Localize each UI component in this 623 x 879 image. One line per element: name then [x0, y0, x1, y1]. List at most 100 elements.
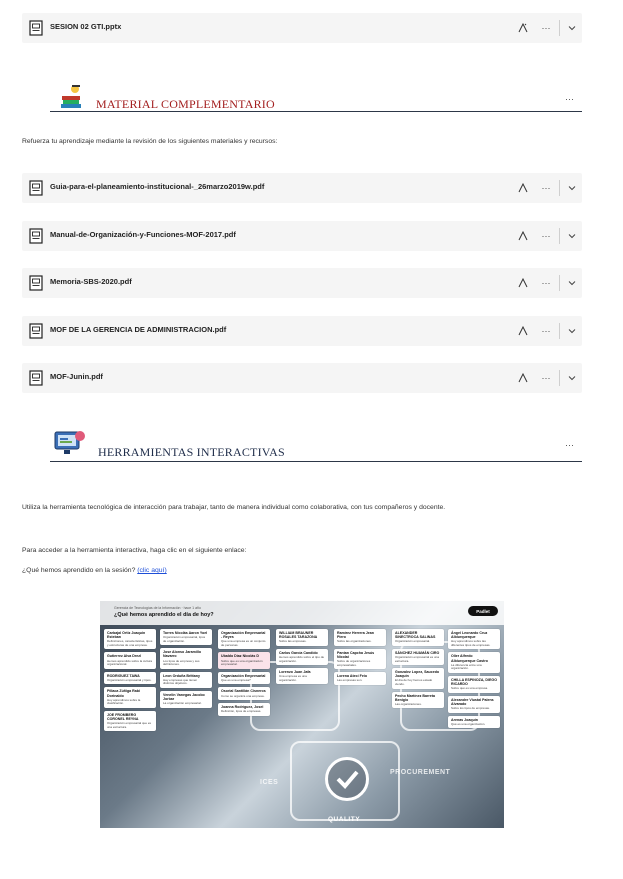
- board-card[interactable]: Gonzalez Lopez, Saucedo Joaquin El día de…: [392, 668, 444, 689]
- board-column: Organización Empresarial - Reyes Que una …: [218, 629, 270, 719]
- card-text: Organización empresarial es una estructu…: [395, 654, 440, 663]
- board-card[interactable]: Pantan Capcha Jesús Nicolai Sobre de orga…: [334, 648, 386, 670]
- board-card[interactable]: Lorenzo Juan Jafa Una empresa es una orga…: [276, 668, 328, 685]
- board-card[interactable]: Gutierrez Alva Drezl Hemos aprendido sobr…: [104, 652, 156, 669]
- card-author: Pillaca Zúñiga Rabi Dorinaldo: [107, 689, 140, 698]
- card-text: Las organizaciones.: [395, 701, 422, 706]
- more-options-icon[interactable]: ···: [538, 20, 554, 36]
- board-card[interactable]: Osorial Santillán Cisneros Como se organi…: [218, 687, 270, 701]
- card-author: Gonzalez Lopez, Saucedo Joaquin: [395, 670, 440, 679]
- card-text: Como se organiza una empresa.: [221, 693, 265, 698]
- file-row[interactable]: MOF DE LA GERENCIA DE ADMINISTRACION.pdf…: [22, 316, 582, 346]
- file-name[interactable]: SESION 02 GTI.pptx: [50, 22, 121, 31]
- board-card[interactable]: Pillaca Zúñiga Rabi Dorinaldo Hoy aprendi…: [104, 687, 156, 708]
- quality-check-icon: [325, 757, 369, 801]
- more-options-icon[interactable]: ···: [565, 94, 574, 104]
- board-card[interactable]: Carlos García Candido Hemos aprendido sob…: [276, 648, 328, 666]
- more-options-icon[interactable]: ···: [538, 228, 554, 244]
- access-text: Para acceder a la herramienta interactiv…: [22, 547, 247, 554]
- board-card[interactable]: Carbajal Ortiz Joaquin Esteban Definicion…: [104, 629, 156, 650]
- file-name[interactable]: MOF-Junin.pdf: [50, 372, 103, 381]
- chevron-down-icon[interactable]: [564, 20, 580, 36]
- board-card[interactable]: Olier Alfredo Albiurquerque Castro La dif…: [448, 652, 500, 673]
- more-options-icon[interactable]: ···: [538, 275, 554, 291]
- board-card[interactable]: Venelin Vanegas Jacobo Jorbar La organiza…: [160, 691, 212, 708]
- board-card[interactable]: JOE FROMBERG CORONEL REYNA Organización e…: [104, 710, 156, 732]
- ai-sparkle-icon[interactable]: [515, 275, 531, 291]
- board-card[interactable]: Lorena Atecí Feio Las empresas son.: [334, 672, 386, 685]
- board-title: ¿Qué hemos aprendido el día de hoy?: [114, 612, 214, 618]
- chevron-down-icon[interactable]: [564, 275, 580, 291]
- chevron-down-icon[interactable]: [564, 228, 580, 244]
- board-card[interactable]: Ángel Leonardo Cruz Albiurquerque Hoy apr…: [448, 629, 500, 650]
- ai-sparkle-icon[interactable]: [515, 323, 531, 339]
- board-card[interactable]: Organización Empresarial - Reyes Que una …: [218, 629, 270, 650]
- chevron-down-icon[interactable]: [564, 323, 580, 339]
- more-options-icon[interactable]: ···: [565, 440, 574, 450]
- card-author: Gutierrez Alva Drezl: [107, 654, 142, 659]
- more-options-icon[interactable]: ···: [538, 180, 554, 196]
- file-row[interactable]: Manual-de-Organización-y-Funciones-MOF-2…: [22, 221, 582, 251]
- file-row-sesion[interactable]: SESION 02 GTI.pptx ···: [22, 13, 582, 43]
- card-author: Ubaldo Díaz Nicolás D: [221, 654, 259, 659]
- more-options-icon[interactable]: ···: [538, 323, 554, 339]
- card-author: Ángel Leonardo Cruz Albiurquerque: [451, 631, 488, 640]
- divider: [559, 20, 560, 36]
- divider: [559, 228, 560, 244]
- card-author: Organización Empresarial - Reyes: [221, 631, 266, 640]
- card-text: Sobre las empresas.: [279, 639, 307, 644]
- board-card[interactable]: ALEXANDER SINECTROCA SALINAS Organización…: [392, 629, 444, 646]
- file-row[interactable]: MOF-Junin.pdf ···: [22, 363, 582, 393]
- file-name[interactable]: MOF DE LA GERENCIA DE ADMINISTRACION.pdf: [50, 325, 226, 334]
- file-name[interactable]: Memoria-SBS-2020.pdf: [50, 277, 132, 286]
- board-card[interactable]: Joanna Rodríguez, Josel Definición, tipos…: [218, 703, 270, 716]
- card-author: Olier Alfredo Albiurquerque Castro: [451, 654, 488, 663]
- file-name[interactable]: Guia-para-el-planeamiento-institucional-…: [50, 182, 264, 191]
- card-text: Hoy aprendimos sobre las diferentes tipo…: [451, 639, 491, 647]
- chevron-down-icon[interactable]: [564, 370, 580, 386]
- file-row[interactable]: Guia-para-el-planeamiento-institucional-…: [22, 173, 582, 203]
- board-card[interactable]: Leon Orduña Brittany Hay empresas que tie…: [160, 671, 212, 689]
- click-here-link[interactable]: (clic aquí): [137, 567, 166, 574]
- card-author: Pecho Martínez Barreta Benigio: [395, 693, 435, 702]
- card-text: Que una empresa es un conjunto de person…: [221, 639, 266, 647]
- section-rule: [58, 111, 582, 112]
- ai-sparkle-icon[interactable]: [515, 370, 531, 386]
- board-card[interactable]: RODRIGUEZ TAWA Organización empresarial y…: [104, 671, 156, 685]
- board-card[interactable]: Jose Alonso Jaramillo Navarro Los tipos d…: [160, 648, 212, 669]
- card-author: Carbajal Ortiz Joaquin Esteban: [107, 631, 146, 640]
- card-text: La diferencia entre una organización.: [451, 662, 482, 671]
- divider: [559, 370, 560, 386]
- board-card[interactable]: Ubaldo Díaz Nicolás D Sobre que es una or…: [218, 652, 270, 669]
- card-author: Ramírez Herrera Jean Piero: [337, 631, 374, 640]
- ai-sparkle-icon[interactable]: [515, 20, 531, 36]
- board-card[interactable]: Ramírez Herrera Jean Piero Sobre las orga…: [334, 629, 386, 646]
- bg-word: PROCUREMENT: [390, 769, 451, 776]
- board-card[interactable]: Arenas Joaquín Qué es una organización.: [448, 715, 500, 729]
- board-column: WILLIAM BRAUNER ROSALES TARAZONA Sobre la…: [276, 629, 328, 687]
- board-card[interactable]: Organización Empresarial Que es una empre…: [218, 671, 270, 685]
- more-options-icon[interactable]: ···: [538, 370, 554, 386]
- board-card[interactable]: CHILLA ESPINOZA, DIEGO RICARDO Sobre qué …: [448, 675, 500, 693]
- file-row[interactable]: Memoria-SBS-2020.pdf ···: [22, 268, 582, 298]
- tools-section-header: HERRAMIENTAS INTERACTIVAS ···: [22, 431, 582, 462]
- card-text: Definición, tipos de empresas.: [221, 709, 262, 714]
- board-subtitle: Gerencia de Tecnologías de la Informació…: [114, 606, 201, 610]
- board-card[interactable]: Torres Nicolás Aaron Yoel Organización em…: [160, 629, 212, 646]
- document-icon: [28, 180, 44, 196]
- ai-sparkle-icon[interactable]: [515, 228, 531, 244]
- board-card[interactable]: Alexandre Viustal Palens Alvarado Sobre l…: [448, 695, 500, 713]
- file-name[interactable]: Manual-de-Organización-y-Funciones-MOF-2…: [50, 230, 236, 239]
- card-text: Sobre las organizaciones.: [337, 639, 372, 644]
- material-intro: Refuerza tu aprendizaje mediante la revi…: [22, 138, 278, 145]
- chevron-down-icon[interactable]: [564, 180, 580, 196]
- board-card[interactable]: Pecho Martínez Barreta Benigio Las organi…: [392, 691, 444, 709]
- section-title: MATERIAL COMPLEMENTARIO: [96, 97, 275, 111]
- ai-sparkle-icon[interactable]: [515, 180, 531, 196]
- padlet-board-preview[interactable]: PROCUREMENT ICES QUALITY Gerencia de Tec…: [100, 601, 504, 828]
- document-icon: [28, 323, 44, 339]
- card-text: Hay empresas que tienen distintos objeti…: [163, 677, 198, 686]
- board-card[interactable]: WILLIAM BRAUNER ROSALES TARAZONA Sobre la…: [276, 629, 328, 646]
- board-card[interactable]: SÁNCHEZ HUAMÁN CIRO Organización empresar…: [392, 648, 444, 666]
- card-author: Alexandre Viustal Palens Alvarado: [451, 697, 494, 706]
